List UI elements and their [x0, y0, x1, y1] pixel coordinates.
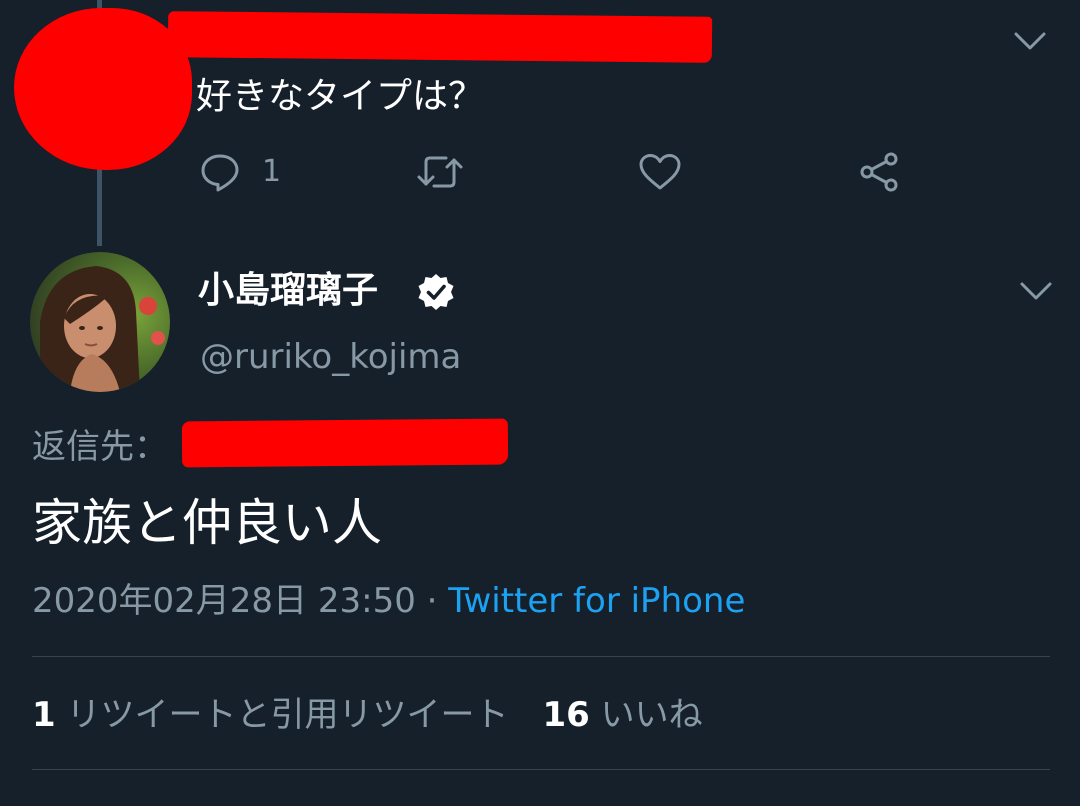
tweet-thread-screen: 好きなタイプは？ 1 小島瑠璃子 @ruriko_kojima 返信先： 家族と… [0, 0, 1080, 806]
tweet-stats: 1 リツイートと引用リツイート 16 いいね [32, 692, 703, 738]
chevron-down-icon[interactable] [1018, 278, 1054, 304]
reply-count: 1 [262, 154, 282, 189]
like-stat[interactable]: 16 いいね [542, 695, 702, 735]
retweet-stat[interactable]: 1 リツイートと引用リツイート [32, 695, 508, 735]
like-count: 16 [542, 695, 590, 735]
tweet-text: 家族と仲良い人 [32, 494, 382, 552]
parent-tweet-text: 好きなタイプは？ [196, 76, 485, 117]
reply-to-label: 返信先： [32, 427, 168, 467]
share-button[interactable] [858, 152, 902, 192]
tweet-source-link[interactable]: Twitter for iPhone [448, 581, 745, 621]
profile-photo [30, 252, 170, 392]
avatar[interactable] [30, 252, 170, 392]
retweet-button[interactable] [416, 152, 464, 192]
chevron-down-icon[interactable] [1012, 28, 1048, 54]
like-label: いいね [600, 695, 703, 735]
divider [32, 769, 1050, 770]
redacted-reply-to-user [181, 418, 509, 468]
reply-icon [201, 154, 239, 192]
retweet-count: 1 [32, 695, 56, 735]
divider [32, 656, 1050, 657]
redacted-avatar [14, 8, 192, 170]
tweet-meta: 2020年02月28日 23:50 · Twitter for iPhone [32, 578, 745, 624]
user-handle[interactable]: @ruriko_kojima [200, 334, 461, 380]
reply-button[interactable]: 1 [200, 152, 281, 192]
display-name[interactable]: 小島瑠璃子 [198, 266, 378, 316]
share-icon [860, 152, 898, 192]
retweet-icon [417, 156, 463, 188]
redacted-username [167, 11, 713, 63]
verified-badge-icon [418, 274, 454, 310]
like-icon [639, 154, 681, 190]
tweet-timestamp[interactable]: 2020年02月28日 23:50 [32, 581, 416, 621]
like-button[interactable] [638, 152, 682, 192]
meta-separator: · [415, 581, 449, 621]
retweet-label: リツイートと引用リツイート [66, 695, 509, 735]
